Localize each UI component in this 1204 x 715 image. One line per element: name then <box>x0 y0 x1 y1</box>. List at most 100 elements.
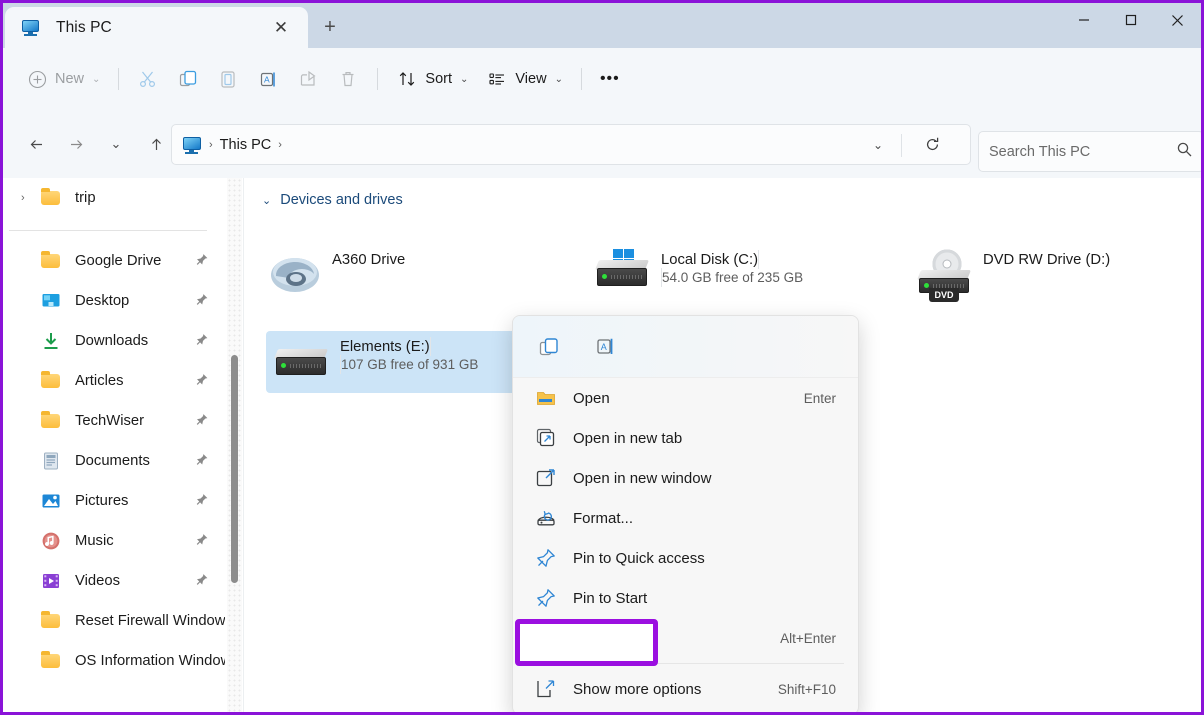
pin-icon[interactable] <box>195 253 209 270</box>
svg-text:A: A <box>264 74 270 84</box>
sidebar-item-videos[interactable]: Videos <box>3 561 225 601</box>
forward-button[interactable] <box>59 127 93 161</box>
sidebar-item-google-drive[interactable]: Google Drive <box>3 241 225 281</box>
context-menu-item-open[interactable]: OpenEnter <box>513 378 858 418</box>
chevron-right-icon[interactable]: › <box>21 192 25 204</box>
sidebar-item-articles[interactable]: Articles <box>3 361 225 401</box>
sidebar-item-label: Downloads <box>75 333 148 349</box>
folder-icon <box>41 611 61 631</box>
context-menu[interactable]: A OpenEnter Open in new tab Open in new wi… <box>512 315 859 715</box>
sidebar-item-music[interactable]: Music <box>3 521 225 561</box>
copy-button[interactable] <box>168 61 208 97</box>
windows-local-disk-icon <box>595 248 653 302</box>
drive-item[interactable]: A360 Drive <box>258 244 573 306</box>
sidebar-item-label: Articles <box>75 373 124 389</box>
context-menu-item-label: Open in new tab <box>573 430 682 447</box>
pin-icon <box>535 547 557 569</box>
nav-scrollbar-thumb[interactable] <box>231 355 238 583</box>
address-bar[interactable]: › This PC › ⌄ <box>171 124 971 165</box>
maximize-button[interactable] <box>1107 3 1154 37</box>
chevron-down-icon: ⌄ <box>92 74 100 85</box>
context-menu-item-pin-to-start[interactable]: Pin to Start <box>513 578 858 618</box>
new-button[interactable]: New ⌄ <box>17 61 109 97</box>
search-box[interactable] <box>978 131 1204 172</box>
sidebar-item-documents[interactable]: Documents <box>3 441 225 481</box>
folder-icon <box>41 371 61 391</box>
format-drive-icon <box>535 507 557 529</box>
refresh-icon[interactable] <box>918 131 946 159</box>
share-icon <box>297 68 319 90</box>
breadcrumb-this-pc[interactable]: This PC <box>220 137 272 153</box>
context-menu-item-label: Pin to Start <box>573 590 647 607</box>
new-tab-button[interactable]: + <box>308 7 352 48</box>
context-menu-item-format[interactable]: Format... <box>513 498 858 538</box>
rename-button[interactable]: A <box>248 61 288 97</box>
context-menu-item-label: Pin to Quick access <box>573 550 705 567</box>
see-more-button[interactable]: ••• <box>591 61 629 97</box>
search-icon[interactable] <box>1176 141 1193 163</box>
pin-icon[interactable] <box>195 293 209 310</box>
title-bar: This PC ✕ + <box>3 3 1201 48</box>
sidebar-item-downloads[interactable]: Downloads <box>3 321 225 361</box>
drive-free-space: 54.0 GB free of 235 GB <box>662 270 803 285</box>
sidebar-item-reset-firewall-windows[interactable]: Reset Firewall Windows <box>3 601 225 641</box>
address-dropdown-icon[interactable]: ⌄ <box>864 131 892 159</box>
rename-icon[interactable]: A <box>585 328 625 366</box>
show-more-options-icon <box>535 678 557 700</box>
sort-button-label: Sort <box>425 71 452 87</box>
videos-icon <box>41 571 61 591</box>
sidebar-item-label: Documents <box>75 453 150 469</box>
pictures-icon <box>41 491 61 511</box>
pin-icon[interactable] <box>195 373 209 390</box>
context-menu-item-properties[interactable]: PropertiesAlt+Enter <box>513 618 858 658</box>
toolbar-divider-2 <box>377 68 378 90</box>
pin-icon <box>535 587 557 609</box>
sidebar-item-trip[interactable]: ›trip <box>3 178 225 218</box>
toolbar-divider <box>118 68 119 90</box>
delete-button[interactable] <box>328 61 368 97</box>
navigation-pane[interactable]: ›trip Google DriveDesktop Downloads Article… <box>3 178 225 715</box>
pin-icon[interactable] <box>195 453 209 470</box>
window-controls <box>1060 3 1201 37</box>
sidebar-item-techwiser[interactable]: TechWiser <box>3 401 225 441</box>
context-menu-item-pin-to-quick-access[interactable]: Pin to Quick access <box>513 538 858 578</box>
tab-this-pc[interactable]: This PC ✕ <box>5 7 308 48</box>
breadcrumb-separator-end[interactable]: › <box>278 139 282 151</box>
paste-button[interactable] <box>208 61 248 97</box>
sort-button[interactable]: Sort ⌄ <box>387 61 477 97</box>
sidebar-item-desktop[interactable]: Desktop <box>3 281 225 321</box>
group-header-devices-and-drives[interactable]: ⌄ Devices and drives <box>244 178 1201 208</box>
context-menu-item-label: Show more options <box>573 681 701 698</box>
pin-icon[interactable] <box>195 493 209 510</box>
pin-icon[interactable] <box>195 333 209 350</box>
back-button[interactable] <box>19 127 53 161</box>
cut-button[interactable] <box>128 61 168 97</box>
close-tab-icon[interactable]: ✕ <box>268 15 294 41</box>
recent-locations-button[interactable]: ⌄ <box>99 127 133 161</box>
view-button[interactable]: View ⌄ <box>477 61 572 97</box>
minimize-button[interactable] <box>1060 3 1107 37</box>
context-menu-item-open-in-new-window[interactable]: Open in new window <box>513 458 858 498</box>
chevron-down-icon: ⌄ <box>460 74 468 85</box>
pin-icon[interactable] <box>195 533 209 550</box>
copy-icon[interactable] <box>529 328 569 366</box>
search-input[interactable] <box>989 144 1176 160</box>
drive-name: Elements (E:) <box>340 339 430 355</box>
svg-text:A: A <box>600 342 606 352</box>
drive-item[interactable]: Local Disk (C:) 54.0 GB free of 235 GB <box>587 244 902 306</box>
pin-icon[interactable] <box>195 413 209 430</box>
context-menu-item-label: Format... <box>573 510 633 527</box>
chevron-down-icon[interactable]: ⌄ <box>262 194 271 207</box>
context-menu-item-open-in-new-tab[interactable]: Open in new tab <box>513 418 858 458</box>
context-menu-item-show-more-options[interactable]: Show more optionsShift+F10 <box>513 669 858 709</box>
share-button[interactable] <box>288 61 328 97</box>
sidebar-item-os-information-window[interactable]: OS Information Window <box>3 641 225 681</box>
nav-divider <box>9 230 207 231</box>
close-window-button[interactable] <box>1154 3 1201 37</box>
up-button[interactable] <box>139 127 173 161</box>
drive-name: DVD RW Drive (D:) <box>983 252 1110 268</box>
drive-item[interactable]: DVD DVD RW Drive (D:) <box>909 244 1204 306</box>
drive-free-space: 107 GB free of 931 GB <box>341 357 478 372</box>
pin-icon[interactable] <box>195 573 209 590</box>
sidebar-item-pictures[interactable]: Pictures <box>3 481 225 521</box>
